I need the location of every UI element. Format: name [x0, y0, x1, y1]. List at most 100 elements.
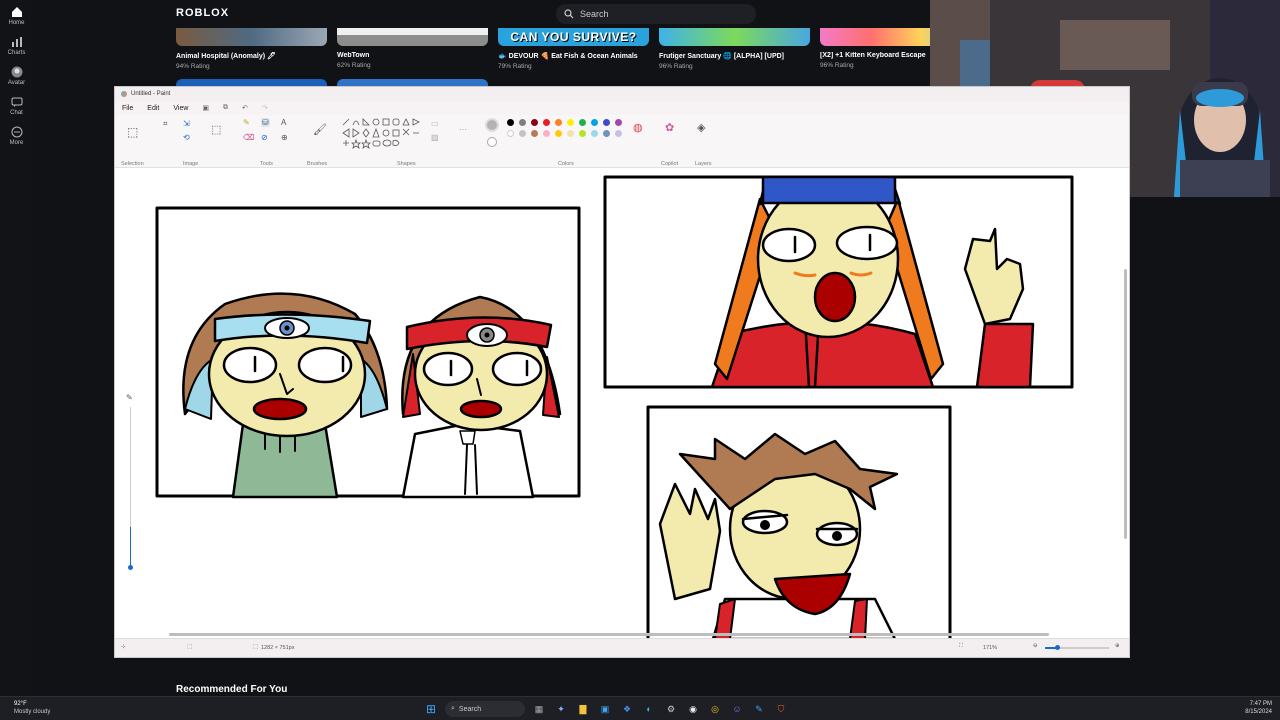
color-swatch[interactable]	[591, 119, 598, 126]
image-select-icon[interactable]: ⬚	[211, 123, 221, 136]
color-swatch[interactable]	[603, 130, 610, 137]
taskbar-search[interactable]: ⌕ Search	[445, 701, 525, 717]
game-title[interactable]: WebTown	[337, 52, 488, 59]
chrome-icon[interactable]: ◎	[707, 701, 723, 717]
nav-home[interactable]: Home	[0, 6, 33, 26]
game-rating: 62% Rating	[337, 62, 371, 69]
selection-icon[interactable]: ⬚	[127, 125, 138, 139]
steam-icon[interactable]: ⚙	[663, 701, 679, 717]
file-explorer-icon[interactable]: ▇	[575, 701, 591, 717]
fill-icon[interactable]: ⛁	[261, 118, 270, 127]
game-card[interactable]: Animal Hospital (Anomaly) 🖊 94% Rating	[176, 28, 327, 70]
nav-more[interactable]: More	[0, 126, 33, 146]
fit-window-icon[interactable]: ⛶	[959, 643, 963, 650]
nav-avatar[interactable]: Avatar	[0, 66, 33, 86]
text-icon[interactable]: A	[281, 118, 286, 127]
fill-style-icon[interactable]: ▨	[431, 133, 439, 142]
color-swatch[interactable]	[579, 130, 586, 137]
color-swatch[interactable]	[567, 130, 574, 137]
rotate-icon[interactable]: ⟲	[183, 133, 190, 142]
game-thumbnail[interactable]	[176, 28, 327, 46]
zoom-out-icon[interactable]: ⊖	[1033, 643, 1038, 649]
nav-charts[interactable]: Charts	[0, 36, 33, 56]
color-swatch[interactable]	[567, 119, 574, 126]
zoom-slider[interactable]	[1045, 645, 1109, 650]
color-swatch[interactable]	[615, 119, 622, 126]
brave-icon[interactable]: ⛉	[773, 701, 789, 717]
menu-file[interactable]: File	[122, 105, 133, 112]
pencil-icon[interactable]: ✎	[243, 118, 250, 127]
paint-menubar: File Edit View ▣ ⧉ ↶ ↷	[115, 101, 1129, 115]
game-title[interactable]: Frutiger Sanctuary 🌐 [ALPHA] [UPD]	[659, 52, 810, 60]
share-icon[interactable]: ⧉	[223, 104, 228, 112]
edge-icon[interactable]: ◐	[641, 701, 657, 717]
menu-view[interactable]: View	[173, 105, 188, 112]
recommended-heading: Recommended For You	[176, 684, 288, 695]
game-thumbnail[interactable]: CAN YOU SURVIVE?	[498, 28, 649, 46]
vertical-scroll-thumb[interactable]	[1124, 269, 1127, 539]
color-swatch[interactable]	[507, 130, 514, 137]
roblox-search-input[interactable]: Search	[556, 4, 756, 24]
windows-start-icon[interactable]: ⊞	[423, 701, 439, 717]
discord-icon[interactable]: ☺	[729, 701, 745, 717]
copilot-icon[interactable]: ✦	[553, 701, 569, 717]
game-title[interactable]: Animal Hospital (Anomaly) 🖊	[176, 52, 327, 60]
redo-icon[interactable]: ↷	[262, 104, 268, 112]
horizontal-scroll-thumb[interactable]	[169, 633, 1049, 636]
resize-icon[interactable]: ⇲	[183, 119, 190, 128]
primary-color[interactable]	[485, 118, 499, 132]
paint-canvas[interactable]: ✎	[115, 169, 1129, 639]
color-swatch[interactable]	[519, 130, 526, 137]
color-swatch[interactable]	[543, 130, 550, 137]
selection-size-icon: ⬚	[187, 644, 193, 650]
game-title[interactable]: 🐟 DEVOUR 🍕 Eat Fish & Ocean Animals	[498, 52, 649, 60]
color-swatch[interactable]	[615, 130, 622, 137]
layers-icon[interactable]: ◈	[697, 121, 705, 134]
vertical-scrollbar[interactable]	[1123, 169, 1129, 639]
game-card[interactable]: CAN YOU SURVIVE? 🐟 DEVOUR 🍕 Eat Fish & O…	[498, 28, 649, 70]
color-swatch[interactable]	[507, 119, 514, 126]
save-icon[interactable]: ▣	[202, 104, 209, 112]
dropbox-icon[interactable]: ❖	[619, 701, 635, 717]
color-swatch[interactable]	[603, 119, 610, 126]
color-swatch[interactable]	[579, 119, 586, 126]
color-swatch[interactable]	[591, 130, 598, 137]
color-swatch[interactable]	[531, 130, 538, 137]
store-icon[interactable]: ▣	[597, 701, 613, 717]
color-swatch[interactable]	[555, 130, 562, 137]
outline-icon[interactable]: ▭	[431, 119, 439, 128]
magnifier-icon[interactable]: ⊕	[281, 133, 288, 142]
obs-icon[interactable]: ◉	[685, 701, 701, 717]
crop-icon[interactable]: ⌗	[163, 119, 168, 129]
zoom-level[interactable]: 171%	[983, 645, 997, 651]
search-icon: ⌕	[451, 705, 455, 712]
comic-drawing[interactable]	[115, 169, 1129, 639]
roblox-logo[interactable]: ROBLOX	[176, 7, 229, 19]
shapes-more-icon[interactable]: ⋯	[459, 125, 467, 134]
widgets-icon[interactable]: ▦	[531, 701, 547, 717]
edit-colors-icon[interactable]: ◍	[633, 121, 643, 134]
paint-icon[interactable]: ✎	[751, 701, 767, 717]
copilot-icon[interactable]: ✿	[665, 121, 674, 134]
brush-icon[interactable]: 🖌	[313, 123, 327, 136]
game-thumbnail[interactable]	[337, 28, 488, 46]
color-picker-icon[interactable]: ⊘	[261, 133, 268, 142]
game-card[interactable]: WebTown 62% Rating	[337, 28, 488, 70]
canvas-zoom-slider[interactable]: ✎	[126, 393, 133, 577]
color-swatch[interactable]	[519, 119, 526, 126]
zoom-in-icon[interactable]: ⊕	[1115, 643, 1120, 649]
game-card[interactable]: Frutiger Sanctuary 🌐 [ALPHA] [UPD] 96% R…	[659, 28, 810, 70]
color-swatch[interactable]	[531, 119, 538, 126]
horizontal-scrollbar[interactable]	[119, 632, 1125, 637]
color-swatch[interactable]	[555, 119, 562, 126]
game-thumbnail[interactable]	[659, 28, 810, 46]
color-swatch[interactable]	[543, 119, 550, 126]
eraser-icon[interactable]: ⌫	[243, 133, 254, 142]
menu-edit[interactable]: Edit	[147, 105, 159, 112]
undo-icon[interactable]: ↶	[242, 104, 248, 112]
nav-chat[interactable]: Chat	[0, 96, 33, 116]
shapes-gallery[interactable]	[341, 117, 421, 151]
system-tray[interactable]: 7:47 PM 8/15/2024	[1245, 700, 1272, 716]
weather-widget[interactable]: 92°F Mostly cloudy	[14, 700, 50, 716]
secondary-color[interactable]	[487, 137, 497, 147]
